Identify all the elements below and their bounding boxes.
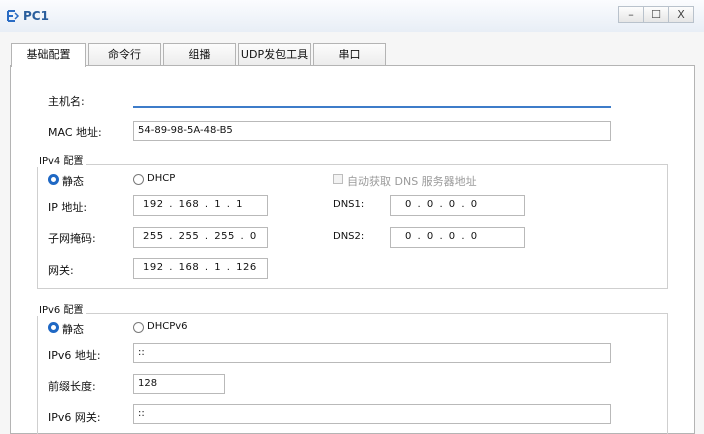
mac-field: 54-89-98-5A-48-B5 [133, 121, 611, 141]
hostname-label: 主机名: [48, 95, 85, 108]
ipv6-gateway-label: IPv6 网关: [48, 411, 101, 424]
tab-basic-config[interactable]: 基础配置 [11, 43, 86, 67]
auto-dns-label: 自动获取 DNS 服务器地址 [347, 175, 477, 188]
ipv6-static-radio[interactable] [48, 322, 59, 333]
tab-multicast[interactable]: 组播 [163, 43, 236, 65]
subnet-mask-label: 子网掩码: [48, 232, 96, 245]
mac-label: MAC 地址: [48, 126, 102, 139]
gateway-label: 网关: [48, 264, 74, 277]
auto-dns-checkbox [333, 174, 343, 184]
ipv6-address-label: IPv6 地址: [48, 349, 101, 362]
tab-serial-port[interactable]: 串口 [313, 43, 386, 65]
ipv6-group-title: IPv6 配置 [36, 301, 87, 316]
tab-udp-tool[interactable]: UDP发包工具 [238, 43, 311, 65]
ipv4-group-title: IPv4 配置 [36, 152, 87, 167]
hostname-input[interactable] [133, 89, 611, 108]
ipv4-static-radio[interactable] [48, 174, 59, 185]
ipv6-static-label: 静态 [62, 323, 84, 336]
ip-address-input[interactable]: 192 . 168 . 1 . 1 [133, 195, 268, 216]
ipv4-dhcp-label: DHCP [147, 173, 176, 184]
minimize-button[interactable]: – [618, 6, 644, 23]
ipv6-dhcp-label: DHCPv6 [147, 321, 188, 332]
ip-address-label: IP 地址: [48, 201, 88, 214]
ipv4-dhcp-radio[interactable] [133, 174, 144, 185]
close-button[interactable]: X [668, 6, 694, 23]
ipv6-dhcp-radio[interactable] [133, 322, 144, 333]
prefix-length-label: 前缀长度: [48, 380, 96, 393]
pc-app-icon [7, 10, 20, 22]
ipv4-static-label: 静态 [62, 175, 84, 188]
title-bar [0, 0, 704, 33]
dns1-label: DNS1: [333, 199, 365, 210]
prefix-length-input[interactable]: 128 [133, 374, 225, 394]
ipv6-address-input[interactable]: :: [133, 343, 611, 363]
window-title: PC1 [23, 9, 49, 23]
dns2-input[interactable]: 0 . 0 . 0 . 0 [390, 227, 525, 248]
dns1-input[interactable]: 0 . 0 . 0 . 0 [390, 195, 525, 216]
subnet-mask-input[interactable]: 255 . 255 . 255 . 0 [133, 227, 268, 248]
gateway-input[interactable]: 192 . 168 . 1 . 126 [133, 258, 268, 279]
dns2-label: DNS2: [333, 231, 365, 242]
ipv6-gateway-input[interactable]: :: [133, 404, 611, 424]
tab-command-line[interactable]: 命令行 [88, 43, 161, 65]
maximize-button[interactable]: ☐ [643, 6, 669, 23]
